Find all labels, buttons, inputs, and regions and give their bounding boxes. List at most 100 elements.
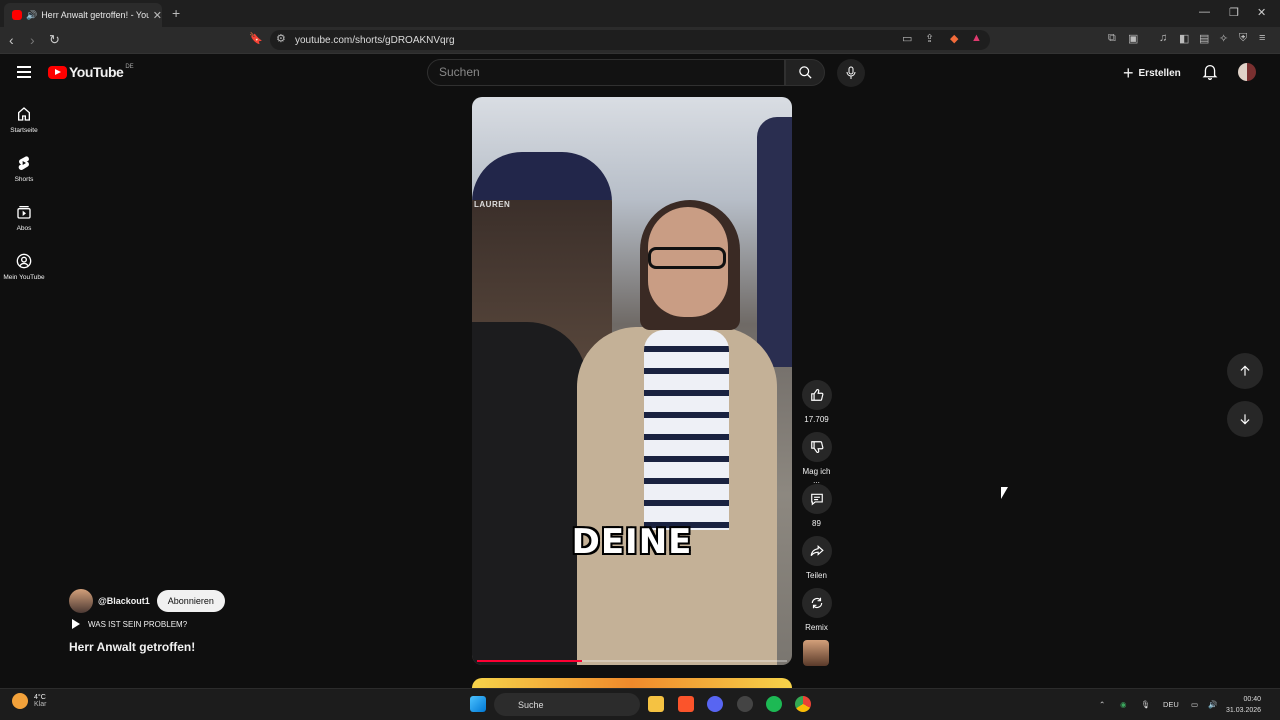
close-window-icon[interactable]: ✕ xyxy=(1257,6,1266,19)
system-clock[interactable]: 00:40 31.03.2026 xyxy=(1226,694,1261,716)
subscribe-button[interactable]: Abonnieren xyxy=(156,590,225,612)
close-tab-icon[interactable]: ✕ xyxy=(153,9,162,22)
sidebar-item-label: Abos xyxy=(16,225,32,232)
play-icon xyxy=(72,619,80,629)
channel-name[interactable]: @Blackout1 xyxy=(98,596,150,606)
weather-condition: Klar xyxy=(34,701,47,708)
search-input[interactable]: Suchen xyxy=(427,59,785,86)
menu-icon[interactable]: ≡ xyxy=(1259,32,1265,44)
discord-icon[interactable] xyxy=(707,696,723,712)
restore-icon[interactable]: ❐ xyxy=(1229,6,1239,19)
temperature: 4°C xyxy=(34,694,46,701)
sidebar-item-label: Mein YouTube xyxy=(3,274,45,281)
shorts-video-player[interactable]: LAUREN DEINE xyxy=(472,97,792,665)
file-explorer-icon[interactable] xyxy=(648,696,664,712)
previous-short-button[interactable] xyxy=(1227,353,1263,389)
brave-browser-icon[interactable] xyxy=(678,696,694,712)
channel-avatar[interactable] xyxy=(69,589,93,613)
dislike-button[interactable]: Mag ich ... xyxy=(801,432,832,485)
minimize-icon[interactable]: — xyxy=(1199,6,1210,18)
taskbar-search-label: Suche xyxy=(518,699,544,710)
subscriptions-icon xyxy=(17,206,31,219)
notifications-button[interactable] xyxy=(1202,63,1218,85)
like-button[interactable]: 17.709 xyxy=(801,380,832,424)
back-icon[interactable]: ‹ xyxy=(9,32,14,48)
create-label: Erstellen xyxy=(1138,68,1181,79)
security-icon[interactable]: ◉ xyxy=(1120,700,1127,709)
youtube-logo[interactable]: YouTube DE xyxy=(48,64,134,80)
youtube-play-icon xyxy=(48,65,67,79)
weather-widget[interactable]: 4°C Klar xyxy=(12,693,46,709)
share-icon xyxy=(810,545,824,557)
date: 31.03.2026 xyxy=(1226,707,1262,714)
sidebar-icon[interactable]: ◧ xyxy=(1179,32,1189,45)
steam-icon[interactable] xyxy=(737,696,753,712)
logo-text: YouTube xyxy=(69,64,124,80)
bell-icon xyxy=(1202,65,1218,80)
windows-start-icon[interactable] xyxy=(470,696,486,712)
leo-ai-icon[interactable]: ✧ xyxy=(1219,32,1228,45)
sidebar-item-my-youtube[interactable]: Mein YouTube xyxy=(0,253,48,281)
arrow-up-icon xyxy=(1240,365,1250,376)
browser-tab[interactable]: 🔊 Herr Anwalt getroffen! - YouT ✕ xyxy=(4,3,162,27)
shorts-icon xyxy=(18,156,29,171)
home-icon xyxy=(18,107,30,121)
brave-shields-icon[interactable]: ◆ xyxy=(950,32,958,45)
new-tab-icon[interactable]: + xyxy=(172,5,180,21)
thumbs-up-icon xyxy=(810,389,823,401)
voice-search-button[interactable] xyxy=(837,59,865,87)
hamburger-menu-icon[interactable] xyxy=(17,66,31,81)
brave-rewards-icon[interactable]: ▲ xyxy=(971,32,982,44)
bookmark-icon[interactable]: 🔖 xyxy=(249,32,263,45)
url-field[interactable]: youtube.com/shorts/gDROAKNVqrg xyxy=(270,30,990,50)
tab-title: Herr Anwalt getroffen! - YouT xyxy=(41,10,149,20)
store-sign-text: LAUREN xyxy=(474,200,511,209)
extensions-icon[interactable]: ⧉ xyxy=(1108,32,1116,45)
remix-icon xyxy=(811,597,822,609)
like-count: 17.709 xyxy=(804,415,829,424)
site-info-icon[interactable]: ⚙ xyxy=(276,32,286,45)
spotify-icon[interactable] xyxy=(766,696,782,712)
video-person-shirt xyxy=(644,330,729,530)
tray-mic-icon[interactable]: 🎙 xyxy=(1141,700,1151,709)
video-caption: DEINE xyxy=(571,522,693,562)
search-button[interactable] xyxy=(785,59,825,86)
dislike-label: Mag ich ... xyxy=(802,467,831,485)
create-button[interactable]: + Erstellen xyxy=(1123,63,1181,84)
video-person-left xyxy=(472,322,587,665)
arrow-down-icon xyxy=(1240,414,1250,425)
audio-playing-icon[interactable]: 🔊 xyxy=(26,10,37,21)
tray-expand-icon[interactable]: ⌃ xyxy=(1099,700,1105,709)
vpn-icon[interactable]: ⛨ xyxy=(1239,32,1247,45)
region-code: DE xyxy=(125,64,134,70)
share-label: Teilen xyxy=(806,571,827,580)
remix-button[interactable]: Remix xyxy=(801,588,832,632)
chrome-icon[interactable] xyxy=(795,696,811,712)
share-button[interactable]: Teilen xyxy=(801,536,832,580)
language-indicator[interactable]: DEU xyxy=(1163,700,1179,709)
browser-tab-strip: 🔊 Herr Anwalt getroffen! - YouT ✕ + — ❐ … xyxy=(0,0,1280,27)
taskbar-search[interactable]: Suche xyxy=(494,693,640,716)
volume-icon[interactable]: 🔊 xyxy=(1208,700,1217,709)
wallet-icon[interactable]: ▤ xyxy=(1199,32,1209,45)
search-icon xyxy=(798,66,812,79)
next-short-button[interactable] xyxy=(1227,401,1263,437)
network-icon[interactable]: ▭ xyxy=(1191,700,1198,709)
music-icon[interactable]: ♫ xyxy=(1159,32,1167,44)
video-progress-bar[interactable] xyxy=(477,660,787,662)
next-short-preview[interactable] xyxy=(472,678,792,688)
forward-icon[interactable]: › xyxy=(30,32,35,48)
comments-button[interactable]: 89 xyxy=(801,484,832,528)
sidebar-item-shorts[interactable]: Shorts xyxy=(0,155,48,183)
share-page-icon[interactable]: ⇪ xyxy=(925,32,934,45)
sidebar-item-label: Shorts xyxy=(14,176,34,183)
reload-icon[interactable]: ↻ xyxy=(49,32,60,48)
sidebar-item-home[interactable]: Startseite xyxy=(0,106,48,134)
cast-icon[interactable]: ▭ xyxy=(902,32,912,45)
tab-search-icon[interactable]: ▣ xyxy=(1128,32,1138,45)
youtube-favicon-icon xyxy=(12,10,22,20)
sound-thumbnail[interactable] xyxy=(803,640,829,666)
sidebar-item-subscriptions[interactable]: Abos xyxy=(0,204,48,232)
music-row[interactable]: WAS IST SEIN PROBLEM? xyxy=(72,619,187,629)
account-avatar[interactable] xyxy=(1238,63,1256,81)
